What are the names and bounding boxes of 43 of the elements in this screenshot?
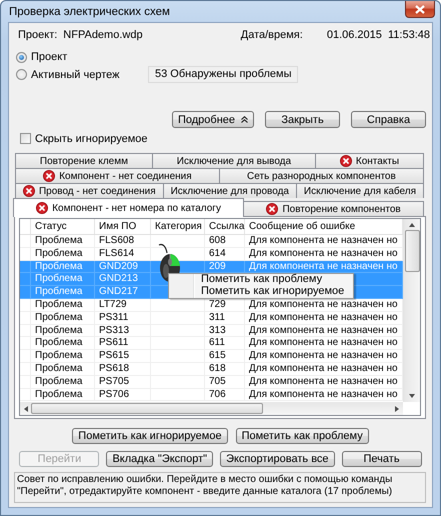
table-cell: 611 bbox=[205, 337, 245, 350]
table-cell: Для компонента не назначен но bbox=[245, 312, 403, 325]
table-cell: Для компонента не назначен но bbox=[245, 362, 403, 376]
window-title: Проверка электрических схем bbox=[9, 6, 170, 18]
table-cell: 618 bbox=[205, 362, 245, 376]
table-cell: PS611 bbox=[95, 337, 151, 350]
table-cell: FLS608 bbox=[95, 235, 151, 248]
table-cell: Для компонента не назначен но bbox=[245, 376, 403, 389]
table-cell: Проблема bbox=[31, 350, 95, 363]
datetime-value: 01.06.2015 11:53:48 bbox=[326, 29, 430, 41]
table-cell: 706 bbox=[205, 388, 245, 402]
table-cell: Проблема bbox=[31, 324, 95, 338]
table-cell: PS705 bbox=[95, 376, 151, 389]
table-cell: Для компонента не назначен но bbox=[245, 337, 403, 350]
table-cell: Проблема bbox=[31, 312, 95, 325]
table-cell: 615 bbox=[205, 350, 245, 363]
table-cell: Проблема bbox=[31, 298, 95, 312]
table-cell: 705 bbox=[205, 376, 245, 389]
hint-text: Совет по исправлению ошибки. Перейдите в место ошибки с помощью команды "Перейти", отредактируйте компонент - введите данные каталога (17 проблемы) bbox=[14, 472, 426, 503]
project-name: NFPAdemo.wdp bbox=[63, 29, 143, 41]
table-cell: Для компонента не назначен но bbox=[245, 388, 403, 402]
table-cell: Для компонента не назначен но bbox=[245, 235, 403, 248]
table-cell: Проблема bbox=[31, 337, 95, 350]
table-cell: 311 bbox=[205, 312, 245, 325]
status-field: 53 Обнаружены проблемы bbox=[148, 66, 298, 83]
table-cell: Проблема bbox=[31, 235, 95, 248]
table-cell: Проблема bbox=[31, 286, 95, 299]
table-cell: PS313 bbox=[95, 324, 151, 338]
datetime-label: Дата/время: bbox=[240, 29, 303, 41]
table-cell: PS615 bbox=[95, 350, 151, 363]
project-label: Проект: bbox=[18, 29, 58, 41]
table-cell: GND217 bbox=[95, 286, 151, 299]
table-cell: 313 bbox=[205, 324, 245, 338]
table-cell: Проблема bbox=[31, 362, 95, 376]
table-cell: PS618 bbox=[95, 362, 151, 376]
table-cell: Проблема bbox=[31, 388, 95, 402]
table-cell: PS706 bbox=[95, 388, 151, 402]
table-cell: Для компонента не назначен но bbox=[245, 350, 403, 363]
table-cell: LT729 bbox=[95, 298, 151, 312]
table-cell: Проблема bbox=[31, 376, 95, 389]
table-cell: 608 bbox=[205, 235, 245, 248]
table-cell: PS311 bbox=[95, 312, 151, 325]
table-cell: Для компонента не назначен но bbox=[245, 324, 403, 338]
